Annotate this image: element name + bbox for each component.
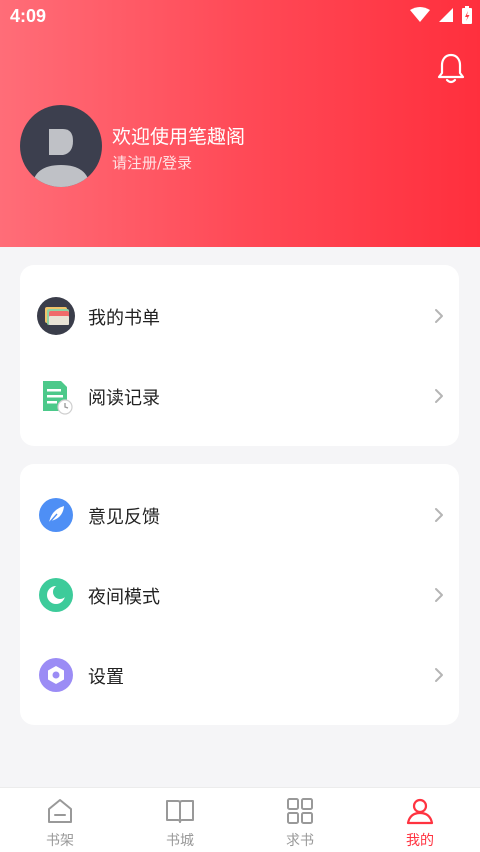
tab-bookshelf[interactable]: 书架	[0, 788, 120, 852]
tab-profile[interactable]: 我的	[360, 788, 480, 852]
tab-request-book[interactable]: 求书	[240, 788, 360, 852]
bookshelf-icon	[48, 799, 72, 823]
night-mode-icon	[37, 576, 75, 614]
welcome-text: 欢迎使用笔趣阁	[112, 126, 246, 148]
chevron-right-icon	[433, 667, 445, 683]
menu-card-secondary: 意见反馈 夜间模式 设置	[20, 464, 459, 725]
wifi-icon	[410, 7, 430, 23]
status-icons	[410, 6, 472, 24]
menu-label: 夜间模式	[88, 587, 160, 608]
chevron-right-icon	[433, 587, 445, 603]
signal-icon	[438, 7, 454, 23]
menu-label: 意见反馈	[88, 507, 160, 528]
bottom-tab-bar: 书架 书城 求书 我的	[0, 787, 480, 852]
menu-label: 我的书单	[88, 308, 160, 329]
settings-icon	[37, 656, 75, 694]
chevron-right-icon	[433, 507, 445, 523]
tab-label: 求书	[286, 833, 314, 849]
tab-label: 我的	[406, 833, 434, 849]
profile-header: 4:09 欢迎使用笔趣阁 请注册/登录	[0, 0, 480, 247]
request-book-icon	[287, 798, 313, 824]
status-bar: 4:09	[0, 0, 480, 34]
chevron-right-icon	[433, 308, 445, 324]
tab-label: 书城	[166, 833, 194, 849]
notification-bell-icon[interactable]	[436, 52, 466, 86]
tab-bookstore[interactable]: 书城	[120, 788, 240, 852]
menu-label: 阅读记录	[88, 388, 160, 409]
bookstore-icon	[166, 800, 194, 823]
menu-card-primary: 我的书单 阅读记录	[20, 265, 459, 446]
menu-item-settings[interactable]: 设置	[20, 640, 459, 710]
chevron-right-icon	[433, 388, 445, 404]
menu-label: 设置	[88, 667, 124, 688]
booklist-icon	[37, 297, 75, 335]
menu-item-feedback[interactable]: 意见反馈	[20, 480, 459, 550]
profile-icon	[406, 798, 434, 825]
battery-icon	[462, 6, 472, 24]
status-time: 4:09	[10, 6, 47, 26]
menu-item-reading-history[interactable]: 阅读记录	[20, 361, 459, 431]
login-register-link[interactable]: 请注册/登录	[112, 152, 192, 173]
tab-label: 书架	[46, 833, 74, 849]
avatar[interactable]	[20, 105, 102, 187]
menu-item-booklist[interactable]: 我的书单	[20, 281, 459, 351]
feedback-icon	[37, 496, 75, 534]
reading-history-icon	[37, 377, 75, 415]
menu-item-night-mode[interactable]: 夜间模式	[20, 560, 459, 630]
